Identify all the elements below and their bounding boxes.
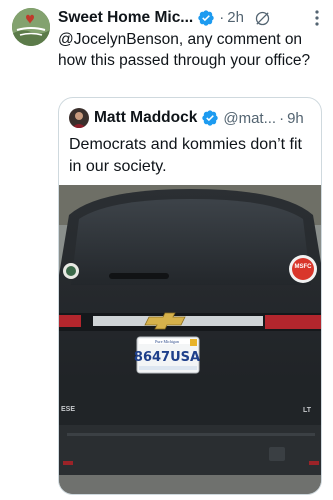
quoted-tweet-photo[interactable]: MSFC Pure Michigan 8647USA ESE LT (59, 185, 321, 494)
quoted-tweet[interactable]: Matt Maddock @mat... · 9h Democrats and … (58, 97, 322, 495)
quoted-author-handle[interactable]: @mat... (223, 110, 276, 127)
quoted-tweet-time[interactable]: 9h (287, 110, 304, 127)
quoted-author-name[interactable]: Matt Maddock (94, 109, 197, 127)
plate-state: Pure Michigan (155, 339, 179, 344)
author-avatar[interactable] (12, 8, 50, 46)
tweet-text: @JocelynBenson, any comment on how this … (58, 31, 311, 69)
separator-dot: · (219, 9, 225, 26)
author-name[interactable]: Sweet Home Mic... (58, 8, 193, 28)
suv-rear-photo: MSFC Pure Michigan 8647USA ESE LT (59, 185, 321, 494)
tweet[interactable]: Sweet Home Mic... · 2h @JocelynBenson, a… (0, 0, 333, 500)
sticker-right-text: MSFC (295, 264, 313, 270)
quoted-tweet-text: Democrats and kommies don’t fit in our s… (69, 136, 302, 175)
tweet-header: Sweet Home Mic... · 2h (58, 8, 325, 28)
verified-badge-icon (201, 109, 219, 127)
trim-badge: LT (303, 407, 312, 414)
verified-badge-icon (197, 9, 215, 27)
plate-number: 8647USA (134, 350, 200, 365)
separator-dot: · (279, 109, 285, 127)
avatar-image (12, 8, 50, 46)
grok-icon[interactable] (254, 10, 271, 27)
side-badge: ESE (61, 406, 75, 413)
quoted-author-avatar[interactable] (69, 108, 89, 128)
quoted-tweet-header: Matt Maddock @mat... · 9h (69, 108, 313, 128)
more-options-icon[interactable] (309, 9, 325, 27)
tweet-time[interactable]: 2h (227, 8, 244, 28)
